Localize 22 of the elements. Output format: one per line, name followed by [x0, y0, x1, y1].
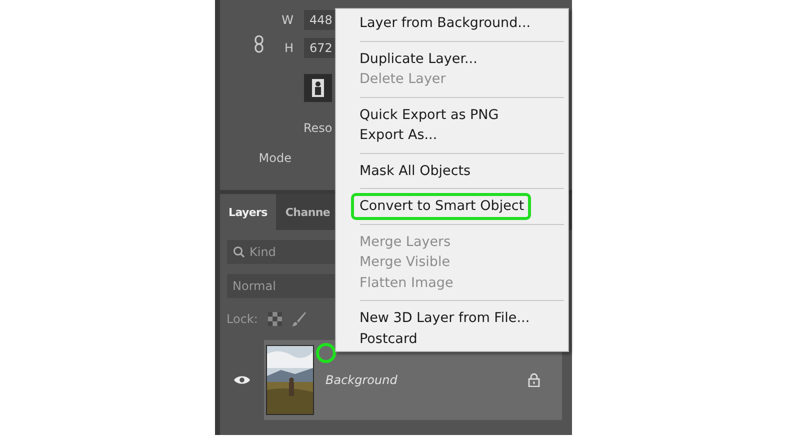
menu-item[interactable]: Quick Export as PNG — [360, 104, 568, 125]
menu-item[interactable]: New 3D Layer from File... — [360, 308, 568, 328]
lock-label: Lock: — [226, 312, 258, 326]
mode-label: Mode — [258, 151, 292, 165]
menu-item[interactable]: Convert to Smart Object — [354, 196, 528, 216]
height-label: H — [284, 41, 294, 55]
brush-icon[interactable] — [292, 311, 306, 327]
resolution-label: Reso — [304, 121, 332, 135]
panel-tab[interactable]: Channe — [276, 194, 340, 230]
menu-item[interactable]: Mask All Objects — [360, 160, 568, 181]
eye-icon[interactable] — [234, 375, 250, 385]
width-label: W — [282, 13, 294, 27]
filter-value: Kind — [250, 245, 276, 259]
menu-item[interactable]: Layer from Background... — [360, 13, 568, 34]
layer-name: Background — [326, 373, 398, 387]
menu-item[interactable]: Duplicate Layer... — [360, 48, 568, 69]
panel-tab[interactable]: Layers — [220, 194, 276, 230]
menu-item[interactable]: Export As... — [360, 125, 568, 146]
portrait-orientation-icon[interactable] — [304, 74, 332, 102]
search-icon — [232, 246, 244, 258]
checkerboard-icon[interactable] — [268, 312, 282, 326]
link-icon[interactable] — [254, 35, 264, 53]
